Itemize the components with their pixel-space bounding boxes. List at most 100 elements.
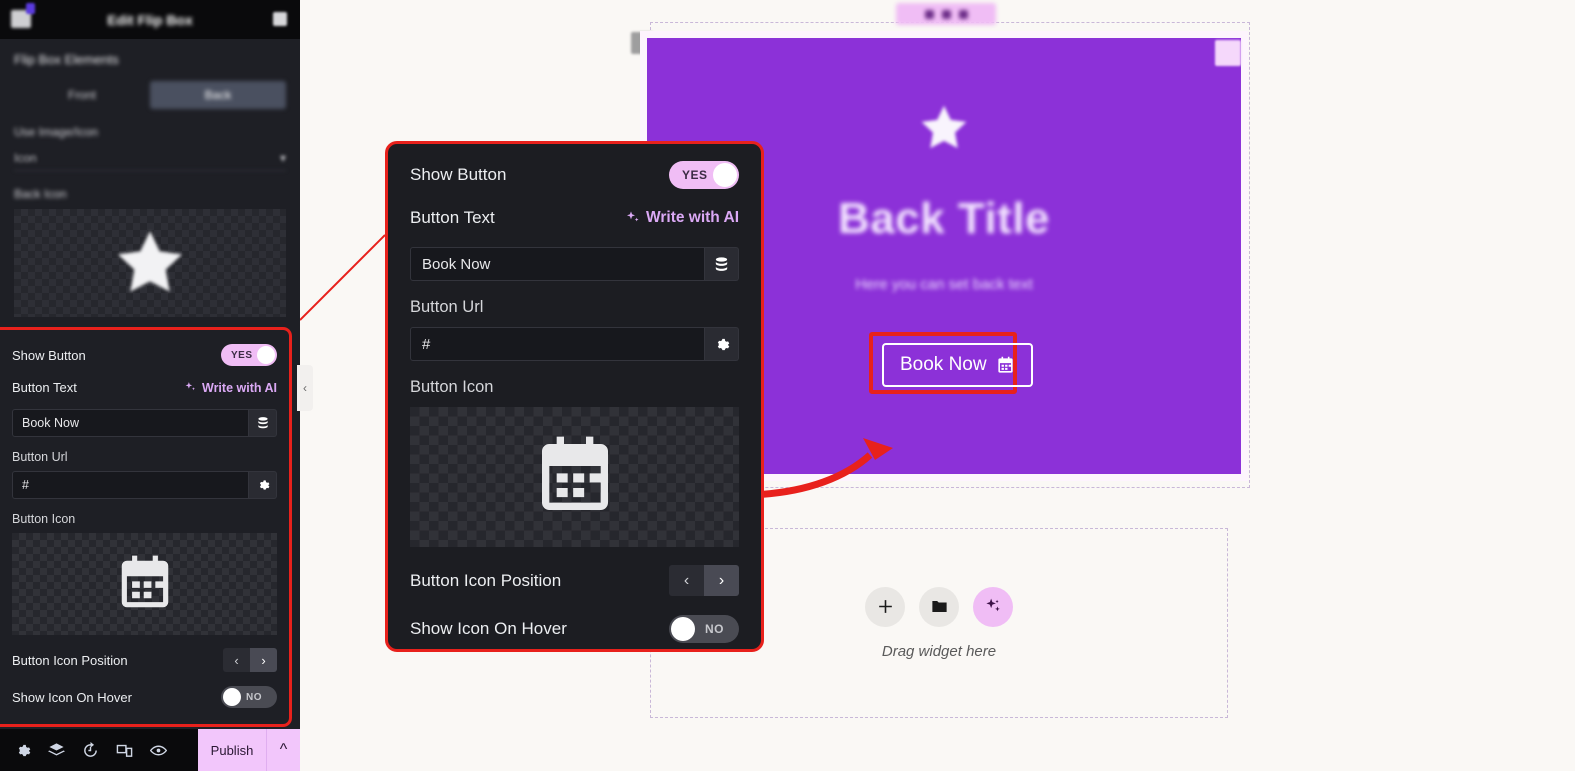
zoom-callout-panel: Show Button YES Button Text Write with A…	[385, 141, 764, 652]
ai-sparkle-icon	[985, 598, 1000, 612]
callout-button-url-label: Button Url	[410, 298, 484, 316]
callout-show-button-label: Show Button	[410, 165, 507, 184]
dynamic-tags-button[interactable]	[249, 409, 277, 437]
callout-button-text-label: Button Text	[410, 208, 495, 227]
flip-button-label: Book Now	[900, 354, 987, 375]
toggle-knob	[671, 617, 695, 641]
tab-front[interactable]: Front	[14, 81, 150, 109]
callout-write-with-ai-button[interactable]: Write with AI	[625, 209, 739, 227]
callout-icon-position-control: ‹ ›	[669, 565, 739, 596]
chevron-down-icon: ▾	[279, 150, 286, 165]
back-icon-preview[interactable]	[14, 209, 286, 317]
callout-button-icon-position-label: Button Icon Position	[410, 570, 562, 590]
gear-icon	[259, 480, 269, 490]
link-options-button[interactable]	[249, 471, 277, 499]
flip-box-title: Back Title	[837, 194, 1051, 243]
button-text-header-row: Button Text Write with AI	[12, 380, 277, 395]
publish-options-chevron-up-icon[interactable]: ^	[266, 729, 300, 771]
ai-sparkle-icon	[185, 382, 195, 391]
button-url-input[interactable]: #	[12, 471, 249, 499]
callout-button-icon-preview[interactable]	[410, 407, 739, 547]
write-with-ai-label: Write with AI	[202, 380, 277, 395]
gear-icon[interactable]	[14, 742, 31, 759]
app-root: Back Title Here you can set back text Bo…	[0, 0, 1575, 771]
callout-show-icon-on-hover-value: NO	[705, 622, 724, 636]
button-icon-position-row: Button Icon Position ‹ ›	[12, 648, 277, 672]
menu-icon[interactable]	[273, 12, 287, 26]
folder-icon	[931, 600, 947, 613]
sidebar-bottom-bar: Publish ^	[0, 729, 300, 771]
badge-dot-icon	[941, 9, 951, 19]
callout-link-options-button[interactable]	[705, 327, 739, 361]
flip-box-book-now-button[interactable]: Book Now	[882, 343, 1033, 387]
back-icon-label: Back Icon	[14, 187, 67, 201]
section-toolbar-badge[interactable]	[896, 3, 996, 25]
callout-show-button-toggle-value: YES	[682, 168, 708, 182]
bottom-bar-icons	[0, 741, 198, 759]
widget-edit-handle-icon[interactable]	[1215, 40, 1241, 66]
use-image-icon-value: Icon	[14, 150, 37, 165]
publish-button[interactable]: Publish	[198, 729, 266, 771]
open-template-library-button[interactable]	[919, 586, 959, 627]
callout-icon-position-right-button[interactable]: ›	[704, 565, 739, 596]
ai-sparkle-icon	[627, 211, 639, 222]
callout-button-icon-position-row: Button Icon Position ‹ ›	[410, 565, 739, 596]
button-icon-preview[interactable]	[12, 533, 277, 635]
database-icon	[257, 417, 268, 429]
face-tabs: Front Back	[14, 81, 286, 109]
tab-back[interactable]: Back	[150, 81, 286, 109]
show-button-label: Show Button	[12, 347, 86, 363]
callout-write-with-ai-label: Write with AI	[646, 209, 739, 226]
responsive-icon[interactable]	[116, 742, 133, 759]
badge-dot-icon	[924, 9, 934, 19]
show-button-toggle-value: YES	[231, 349, 253, 361]
write-with-ai-button[interactable]: Write with AI	[184, 381, 277, 395]
callout-button-text-input[interactable]: Book Now	[410, 247, 705, 281]
sidebar-header: Edit Flip Box	[0, 0, 300, 39]
callout-show-button-toggle[interactable]: YES	[669, 161, 739, 189]
layers-icon[interactable]	[48, 742, 65, 759]
section-header-flip-box-elements[interactable]: Flip Box Elements	[0, 39, 300, 73]
callout-button-url-input[interactable]: #	[410, 327, 705, 361]
sidebar-collapse-button[interactable]: ‹	[297, 365, 313, 411]
dropzone-label: Drag widget here	[881, 642, 997, 660]
button-text-label: Button Text	[12, 380, 77, 395]
show-icon-on-hover-toggle[interactable]: NO	[221, 686, 277, 708]
callout-show-button-row: Show Button YES	[410, 161, 739, 189]
badge-dot-icon	[958, 9, 968, 19]
icon-position-control: ‹ ›	[223, 648, 277, 672]
gear-icon	[717, 338, 730, 350]
star-icon	[118, 231, 182, 292]
preview-icon[interactable]	[150, 742, 167, 759]
toggle-knob	[713, 163, 737, 187]
callout-button-text-input-row: Book Now	[410, 247, 739, 281]
use-image-icon-select[interactable]: Icon ▾	[14, 145, 286, 171]
icon-position-left-button[interactable]: ‹	[223, 648, 250, 672]
callout-icon-position-left-button[interactable]: ‹	[669, 565, 704, 596]
button-url-label: Button Url	[12, 450, 68, 464]
toggle-knob	[257, 346, 275, 364]
flip-box-subtitle: Here you can set back text	[855, 276, 1033, 293]
calendar-icon	[121, 555, 168, 608]
toggle-knob	[223, 688, 241, 706]
button-url-input-row: #	[12, 471, 277, 499]
add-element-button[interactable]	[865, 586, 905, 627]
notification-badge-icon	[26, 3, 35, 14]
history-icon[interactable]	[82, 741, 99, 759]
icon-position-right-button[interactable]: ›	[250, 648, 277, 672]
show-icon-on-hover-label: Show Icon On Hover	[12, 689, 132, 705]
calendar-icon	[997, 356, 1013, 373]
ai-builder-button[interactable]	[973, 586, 1013, 627]
star-icon	[921, 105, 967, 149]
callout-dynamic-tags-button[interactable]	[705, 247, 739, 281]
show-button-toggle[interactable]: YES	[221, 344, 277, 366]
callout-button-url-input-row: #	[410, 327, 739, 361]
callout-show-icon-on-hover-toggle[interactable]: NO	[669, 615, 739, 643]
callout-button-text-header-row: Button Text Write with AI	[410, 208, 739, 228]
button-icon-label: Button Icon	[12, 512, 76, 526]
button-text-input[interactable]: Book Now	[12, 409, 249, 437]
button-settings-group: Show Button YES Button Text Write with A…	[0, 327, 292, 727]
plus-icon	[878, 600, 892, 613]
callout-show-icon-on-hover-row: Show Icon On Hover NO	[410, 615, 739, 643]
sidebar-title: Edit Flip Box	[107, 11, 193, 28]
